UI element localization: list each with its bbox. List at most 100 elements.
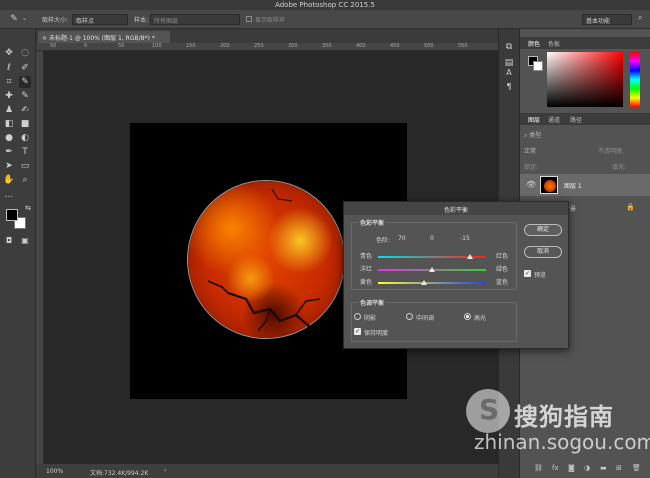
radio-highlights[interactable]: [464, 313, 471, 320]
yellow-blue-thumb[interactable]: [420, 280, 427, 285]
section-color-balance-title: 色彩平衡: [358, 218, 387, 227]
dropdown-arrow-icon[interactable]: ⌄: [22, 15, 27, 22]
opacity-label: 不透明度:: [598, 148, 625, 155]
layers-panel-tabs: 图层 通道 路径: [520, 113, 650, 125]
path-select-icon[interactable]: ➤: [3, 160, 15, 172]
close-tab-icon[interactable]: ×: [42, 35, 49, 42]
lasso-tool-icon[interactable]: ℓ: [3, 62, 15, 74]
eraser-tool-icon[interactable]: ◧: [3, 118, 15, 130]
preview-checkbox[interactable]: ✓: [524, 270, 531, 277]
tab-layers[interactable]: 图层: [528, 115, 540, 124]
level-cyan-red[interactable]: 70: [398, 235, 406, 242]
document-tab-bar: × 未标题-1 @ 100% (图层 1, RGB/8*) *: [36, 29, 498, 43]
sample-size-select[interactable]: 取样点: [72, 14, 128, 25]
watermark-brand: 搜狗指南: [514, 403, 614, 431]
zoom-level[interactable]: 100%: [46, 468, 63, 475]
label-preview: 预览: [534, 272, 547, 279]
clone-stamp-icon[interactable]: ♟: [3, 104, 15, 116]
sogou-logo-mark: S: [479, 393, 500, 426]
layer-mask-icon[interactable]: ◙: [568, 464, 575, 472]
ruler-tick-label: 450: [390, 43, 400, 49]
tab-paths[interactable]: 路径: [570, 115, 582, 124]
document-tab-title: 未标题-1 @ 100% (图层 1, RGB/8*) *: [48, 35, 155, 42]
magenta-green-thumb[interactable]: [429, 267, 435, 272]
radio-shadows[interactable]: [354, 313, 361, 320]
ruler-tick-label: 50: [50, 43, 57, 49]
pen-tool-icon[interactable]: ✒: [3, 146, 15, 158]
levels-label: 色阶:: [376, 237, 391, 244]
shape-tool-icon[interactable]: ▭: [19, 160, 31, 172]
adjustment-layer-icon[interactable]: ◑: [584, 464, 590, 472]
app-title: Adobe Photoshop CC 2015.5: [275, 1, 375, 9]
layer-row[interactable]: 👁 图层 1: [520, 174, 650, 196]
more-tools-icon[interactable]: …: [3, 189, 15, 201]
ruler-tick-label: 200: [220, 43, 230, 49]
level-yellow-blue[interactable]: -15: [460, 235, 470, 242]
layers-footer: ⛓ fx ◙ ◑ ▬ ⊞ 🗑: [520, 462, 650, 476]
tab-color[interactable]: 颜色: [528, 39, 540, 48]
delete-layer-icon[interactable]: 🗑: [632, 464, 641, 472]
screen-mode-icon[interactable]: ▣: [19, 235, 31, 247]
eyedropper-icon[interactable]: ✎: [8, 13, 20, 25]
status-menu-arrow-icon[interactable]: ›: [164, 467, 166, 474]
quick-select-icon[interactable]: ✐: [19, 62, 31, 74]
color-panel-background[interactable]: [533, 61, 543, 71]
sample-select[interactable]: 所有图层: [150, 14, 240, 25]
cancel-button[interactable]: 取消: [524, 246, 562, 258]
color-picker-field[interactable]: [547, 52, 623, 107]
label-preserve-luminosity: 保持明度: [364, 330, 389, 337]
type-tool-icon[interactable]: T: [19, 146, 31, 158]
color-panel-tabs: 颜色 色板: [520, 37, 650, 49]
history-panel-icon[interactable]: ⧉: [503, 41, 515, 53]
link-layers-icon[interactable]: ⛓: [534, 464, 543, 472]
tab-channels[interactable]: 通道: [548, 115, 560, 124]
hand-tool-icon[interactable]: ✋: [3, 174, 15, 186]
swap-colors-icon[interactable]: ⇆: [22, 202, 34, 214]
tab-swatches[interactable]: 色板: [548, 39, 560, 48]
cyan-red-thumb[interactable]: [466, 254, 473, 259]
lock-label: 锁定:: [524, 164, 539, 171]
workspace-select[interactable]: 基本功能: [582, 14, 632, 25]
preserve-luminosity-checkbox[interactable]: ✓: [354, 328, 361, 335]
tools-panel: ✥ ◌ ℓ ✐ ⌗ ✎ ✚ ✎ ♟ ✍ ◧ ■ ● ◐ ✒ T ➤ ▭ ✋ ⌕ …: [0, 29, 36, 478]
ruler-tick-label: 250: [254, 43, 264, 49]
label-midtones: 中间调: [416, 315, 435, 322]
ruler-tick-label: 50: [118, 43, 125, 49]
ok-button[interactable]: 确定: [524, 224, 562, 236]
healing-brush-icon[interactable]: ✚: [3, 90, 15, 102]
paragraph-panel-icon[interactable]: ¶: [503, 81, 515, 93]
blend-mode-select[interactable]: 正常: [524, 146, 536, 156]
brush-tool-icon[interactable]: ✎: [19, 90, 31, 102]
options-bar: ✎ ⌄ 取样大小: 取样点 样本: 所有图层 显示取样环 基本功能 ⌕: [0, 10, 650, 29]
blur-tool-icon[interactable]: ●: [3, 132, 15, 144]
lock-icon: 🔒: [626, 203, 635, 211]
layer-kind-filter[interactable]: ⌕ 类型: [524, 130, 541, 140]
eyedropper-tool-icon[interactable]: ✎: [19, 76, 31, 88]
radio-midtones[interactable]: [406, 313, 413, 320]
search-icon[interactable]: ⌕: [638, 13, 642, 23]
gradient-tool-icon[interactable]: ■: [19, 118, 31, 130]
history-brush-icon[interactable]: ✍: [19, 104, 31, 116]
move-tool-icon[interactable]: ✥: [3, 47, 15, 59]
show-ring-checkbox[interactable]: [246, 16, 252, 22]
visibility-eye-icon[interactable]: 👁: [526, 180, 536, 189]
zoom-tool-icon[interactable]: ⌕: [19, 174, 31, 186]
hue-slider[interactable]: [630, 52, 640, 107]
sogou-logo: S: [466, 389, 510, 433]
level-magenta-green[interactable]: 0: [430, 235, 434, 242]
watermark-url: zhinan.sogou.com: [474, 430, 650, 454]
new-layer-icon[interactable]: ⊞: [616, 464, 622, 472]
ruler-tick-label: 150: [186, 43, 196, 49]
character-panel-icon[interactable]: A: [503, 67, 515, 79]
yellow-blue-slider[interactable]: [378, 282, 486, 284]
document-tab[interactable]: × 未标题-1 @ 100% (图层 1, RGB/8*) *: [38, 31, 170, 43]
quick-mask-icon[interactable]: ◘: [3, 235, 15, 247]
label-cyan: 青色: [360, 253, 373, 260]
crop-tool-icon[interactable]: ⌗: [3, 76, 15, 88]
new-group-icon[interactable]: ▬: [600, 464, 607, 472]
fx-icon[interactable]: fx: [552, 464, 559, 472]
marquee-tool-icon[interactable]: ◌: [19, 47, 31, 59]
planet-cracks: [207, 188, 321, 332]
dodge-tool-icon[interactable]: ◐: [19, 132, 31, 144]
ruler-tick-label: 0: [84, 43, 88, 49]
